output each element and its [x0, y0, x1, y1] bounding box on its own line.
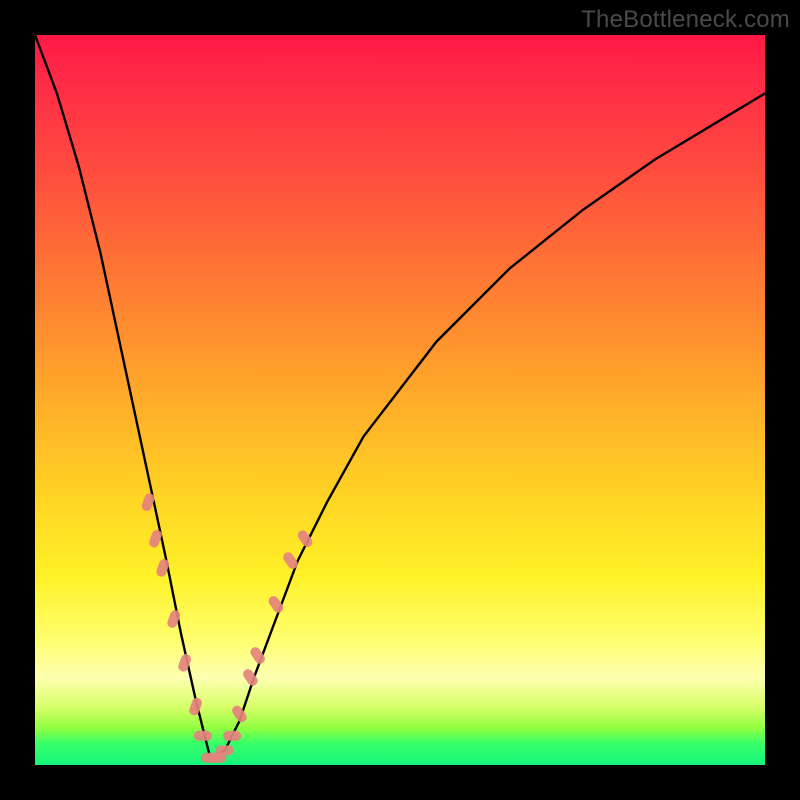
data-marker: [241, 667, 260, 687]
data-marker: [177, 653, 193, 673]
data-marker: [209, 753, 227, 763]
data-marker: [201, 753, 219, 763]
data-marker: [188, 696, 204, 716]
data-marker: [166, 609, 182, 629]
data-markers: [140, 492, 314, 763]
data-marker: [223, 731, 241, 741]
data-marker: [267, 594, 286, 614]
data-marker: [230, 704, 249, 724]
data-marker: [296, 528, 315, 548]
data-marker: [281, 550, 300, 570]
data-marker: [194, 731, 212, 741]
data-marker: [216, 745, 234, 755]
data-marker: [248, 645, 267, 665]
curve-layer: [35, 35, 765, 765]
data-marker: [148, 529, 164, 549]
plot-area: [35, 35, 765, 765]
data-marker: [155, 558, 171, 578]
data-marker: [140, 492, 156, 512]
bottleneck-curve: [35, 35, 765, 758]
watermark-text: TheBottleneck.com: [581, 6, 790, 34]
chart-frame: TheBottleneck.com: [0, 0, 800, 800]
